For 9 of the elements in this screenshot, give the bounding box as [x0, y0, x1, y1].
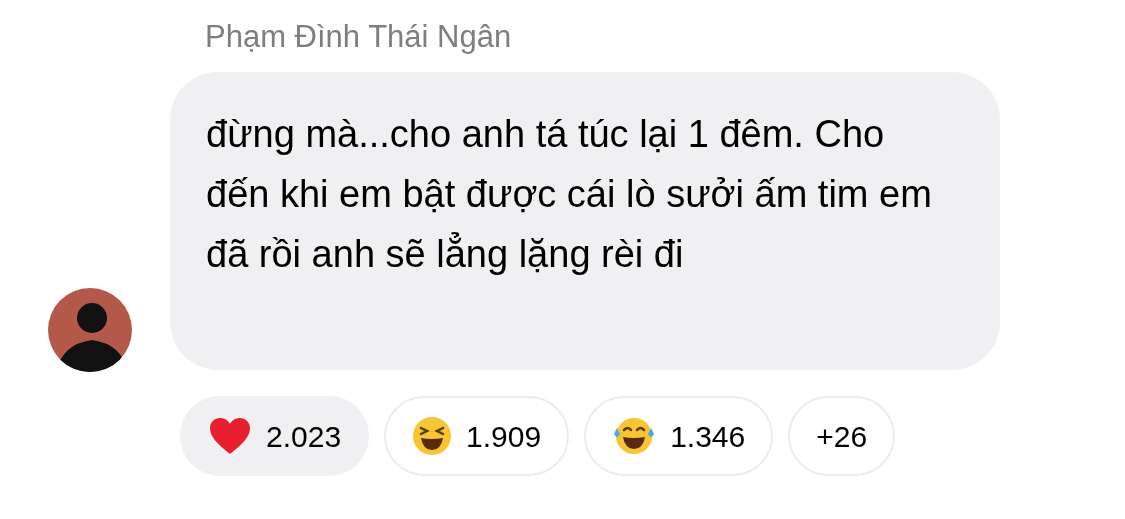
- tears-of-joy-icon: [612, 416, 657, 456]
- laughing-face-icon: [412, 416, 453, 456]
- sender-name: Phạm Đình Thái Ngân: [205, 19, 512, 54]
- reaction-button[interactable]: 1.346: [584, 396, 774, 476]
- heart-icon: [208, 416, 252, 456]
- reaction-button[interactable]: 2.023: [180, 396, 370, 476]
- message-bubble: đừng mà...cho anh tá túc lại 1 đêm. Cho đến khi em bật được cái lò sưởi ấm tim em đã rồi anh sẽ lẳng lặng rèi đi: [170, 72, 1000, 370]
- reaction-button[interactable]: 1.909: [384, 396, 570, 476]
- reaction-button[interactable]: +26: [788, 396, 896, 476]
